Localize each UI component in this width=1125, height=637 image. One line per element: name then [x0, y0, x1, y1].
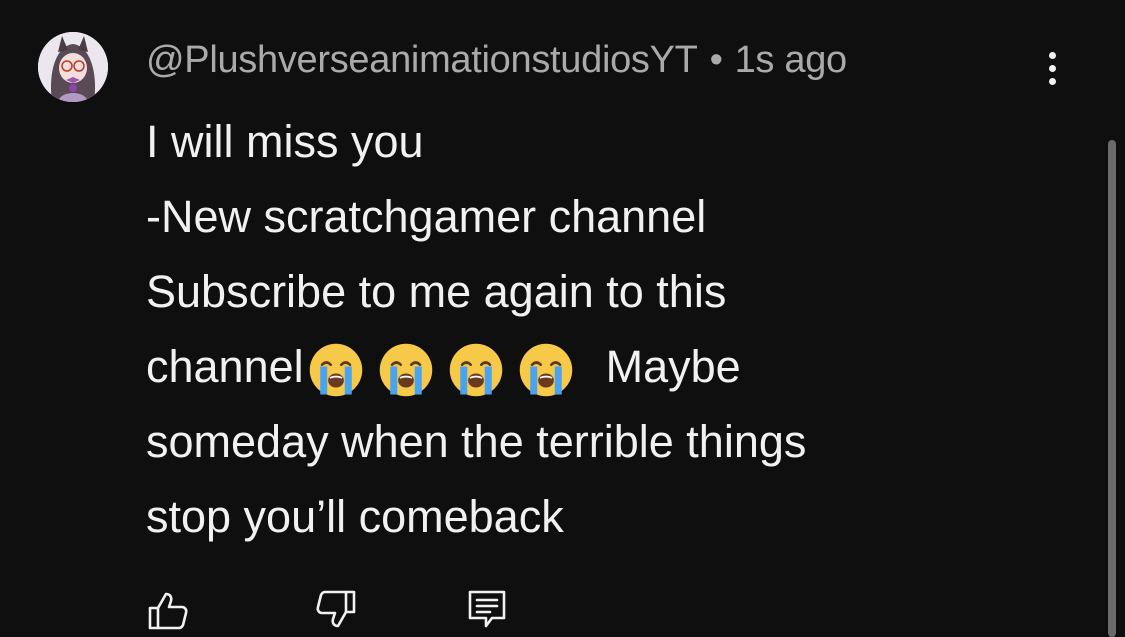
avatar[interactable]	[38, 32, 108, 102]
comment-text: I will miss you -New scratchgamer channe…	[146, 104, 1016, 554]
comment-line: I will miss you	[146, 116, 424, 167]
more-options-icon[interactable]	[1030, 44, 1074, 92]
avatar-image	[38, 32, 108, 102]
comment-line: stop you’ll comeback	[146, 491, 564, 542]
thumbs-up-icon	[148, 592, 188, 630]
comment-line: Subscribe to me again to this	[146, 266, 727, 317]
more-dot	[1048, 77, 1056, 85]
more-dot	[1048, 51, 1056, 59]
thumbs-down-icon	[316, 590, 356, 628]
reply-button[interactable]	[466, 588, 510, 632]
loudly-crying-face-emoji	[449, 343, 502, 397]
like-button[interactable]	[146, 588, 190, 632]
emoji-group	[308, 342, 588, 398]
more-dot	[1048, 64, 1056, 72]
loudly-crying-face-emoji	[379, 343, 432, 397]
reply-icon	[468, 590, 506, 628]
loudly-crying-face-emoji	[519, 343, 572, 397]
loudly-crying-face-emoji	[309, 343, 362, 397]
comment-line: Maybe	[605, 341, 741, 392]
comment-header: @PlushverseanimationstudiosYT • 1s ago	[146, 36, 847, 84]
meta-separator: •	[709, 38, 723, 81]
comment-line: someday when the terrible things	[146, 416, 807, 467]
comment-author[interactable]: @PlushverseanimationstudiosYT	[146, 39, 698, 82]
scrollbar[interactable]	[1108, 140, 1116, 637]
comment-timestamp[interactable]: 1s ago	[735, 39, 848, 82]
dislike-button[interactable]	[314, 588, 358, 632]
comment-line: -New scratchgamer channel	[146, 191, 707, 242]
comment-line-with-emojis: channel Maybe	[146, 329, 1016, 404]
comment-line: channel	[146, 341, 304, 392]
comment-item: @PlushverseanimationstudiosYT • 1s ago I…	[0, 0, 1125, 637]
